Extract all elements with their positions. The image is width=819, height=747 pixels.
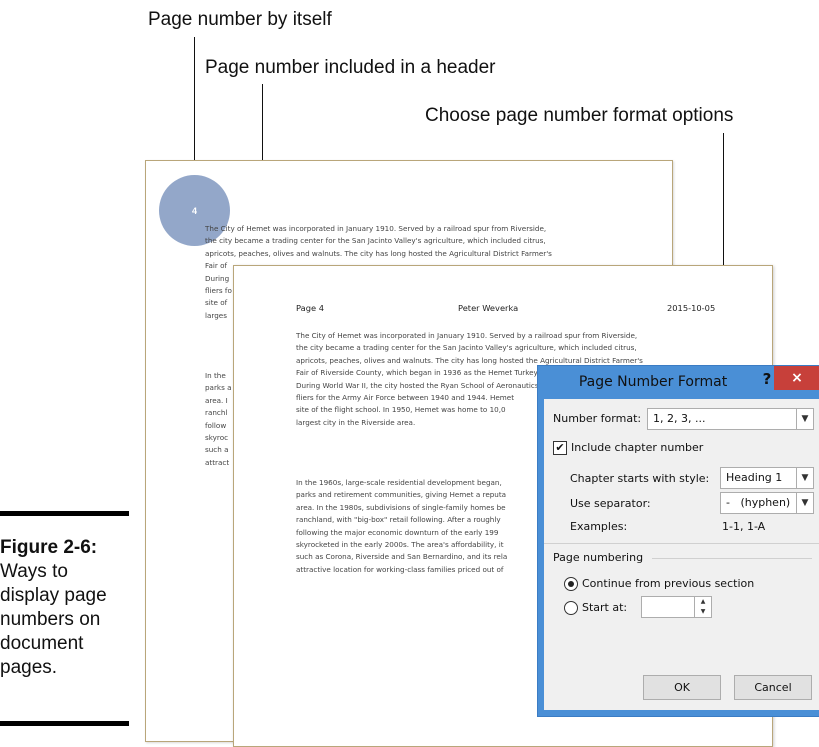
callout-page-number-in-header: Page number included in a header (205, 57, 496, 78)
text-line: In the (205, 371, 226, 380)
continue-radio[interactable] (564, 577, 578, 591)
caption-line: Ways to (0, 561, 68, 582)
text-line: the city became a trading center for the… (296, 343, 637, 353)
spin-down-icon[interactable]: ▼ (695, 607, 711, 617)
header-date: 2015-10-05 (667, 303, 716, 313)
chevron-down-icon: ▼ (796, 493, 813, 513)
number-format-select[interactable]: 1, 2, 3, ... ▼ (647, 408, 814, 430)
page-number-format-dialog: Page Number Format ? × Number format: 1,… (537, 365, 819, 717)
text-line: The City of Hemet was incorporated in Ja… (296, 331, 638, 340)
header-page-number: Page 4 (296, 303, 325, 313)
figure-caption: Figure 2-6: Ways to display page numbers… (0, 536, 140, 680)
separator-select[interactable]: - (hyphen) ▼ (720, 492, 814, 514)
chapter-style-select[interactable]: Heading 1 ▼ (720, 467, 814, 489)
divider (544, 543, 819, 544)
continue-label: Continue from previous section (582, 577, 755, 590)
text-line: such as Corona, Riverside and San Bernar… (296, 552, 508, 562)
examples-label: Examples: (570, 520, 628, 533)
chevron-down-icon: ▼ (796, 409, 813, 429)
text-line: parks a (205, 383, 232, 393)
front-paragraph-2: In the 1960s, large-scale residential de… (296, 477, 546, 576)
separator-label: Use separator: (570, 497, 651, 510)
chapter-style-value: Heading 1 (726, 471, 783, 484)
text-line: such a (205, 445, 229, 455)
spin-buttons[interactable]: ▲ ▼ (694, 597, 711, 617)
divider (652, 558, 812, 559)
text-line: In the 1960s, large-scale residential de… (296, 478, 502, 487)
chapter-style-label: Chapter starts with style: (570, 472, 710, 485)
header-author: Peter Weverka (458, 303, 519, 313)
text-line: parks and retirement communities, giving… (296, 490, 507, 500)
start-at-radio[interactable] (564, 601, 578, 615)
spin-up-icon[interactable]: ▲ (695, 597, 711, 607)
examples-value: 1-1, 1-A (722, 520, 766, 533)
callout-page-number-by-itself: Page number by itself (148, 9, 332, 30)
text-line: the city became a trading center for the… (205, 236, 546, 246)
text-line: ranchl (205, 408, 228, 418)
page-numbering-label: Page numbering (553, 551, 644, 564)
text-line: area. In the 1980s, subdivisions of sing… (296, 502, 506, 512)
text-line: following the major economic downturn of… (296, 527, 499, 537)
page-header: Page 4 Peter Weverka 2015-10-05 (296, 303, 730, 315)
caption-bar-bottom (0, 721, 129, 726)
dialog-title: Page Number Format (578, 374, 728, 390)
include-chapter-checkbox[interactable]: ✔ (553, 441, 567, 455)
caption-line: pages. (0, 657, 58, 678)
caption-line: document (0, 633, 84, 654)
cancel-button[interactable]: Cancel (734, 675, 812, 700)
number-format-label: Number format: (553, 412, 642, 425)
chevron-down-icon: ▼ (796, 468, 813, 488)
text-line: attractive location for working-class fa… (296, 564, 504, 574)
dialog-client-area: Number format: 1, 2, 3, ... ▼ ✔ Include … (544, 399, 819, 710)
text-line: apricots, peaches, olives and walnuts. T… (205, 248, 552, 258)
figure-label: Figure 2-6: (0, 537, 98, 558)
separator-value: - (hyphen) (726, 496, 791, 509)
start-at-input[interactable]: ▲ ▼ (641, 596, 712, 618)
start-at-label: Start at: (582, 601, 628, 614)
callout-page-number-format: Choose page number format options (425, 105, 734, 126)
caption-line: numbers on (0, 609, 101, 630)
text-line: follow (205, 420, 227, 430)
back-paragraph-2: In the parks a area. I ranchl follow sky… (205, 370, 235, 469)
number-format-value: 1, 2, 3, ... (653, 412, 706, 425)
ok-button[interactable]: OK (643, 675, 721, 700)
text-line: The City of Hemet was incorporated in Ja… (205, 224, 547, 233)
caption-bar-top (0, 511, 129, 516)
text-line: ranchland, with "big-box" retail followi… (296, 515, 501, 525)
radio-selected-dot (568, 581, 574, 587)
close-button[interactable]: × (774, 366, 819, 390)
text-line: attract (205, 457, 230, 467)
caption-line: display page (0, 585, 107, 606)
text-line: area. I (205, 395, 228, 405)
text-line: skyroc (205, 433, 229, 443)
include-chapter-label: Include chapter number (571, 441, 704, 454)
text-line: skyrocketed in the early 2000s. The area… (296, 540, 504, 550)
